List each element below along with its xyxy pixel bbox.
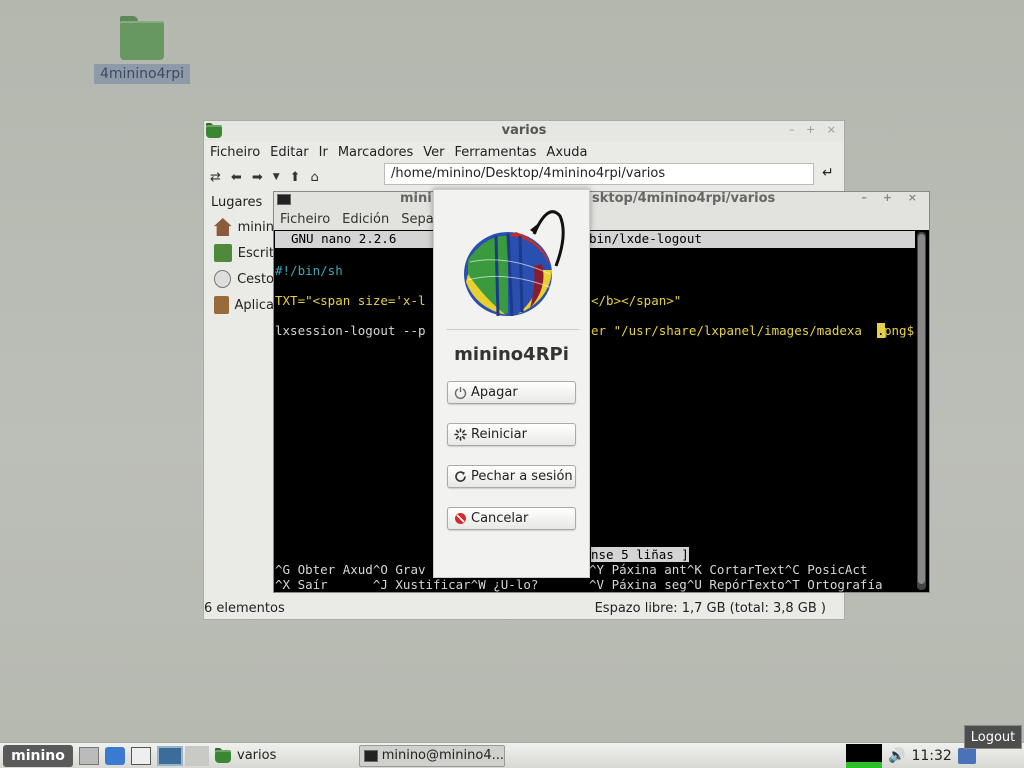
- desktop-icon: [214, 244, 232, 262]
- terminal-icon: [277, 194, 291, 205]
- clock[interactable]: 11:32: [911, 745, 951, 767]
- shutdown-button[interactable]: Apagar: [447, 381, 576, 404]
- task-terminal-label: minino@minino4...: [381, 748, 504, 763]
- shortcuts-row2-left: ^X Saír ^J Xustificar^W ¿U-lo?: [275, 577, 539, 592]
- folder-icon: [120, 16, 164, 60]
- logout-label: Pechar a sesión: [471, 469, 573, 484]
- logout-button[interactable]: Pechar a sesión: [447, 465, 576, 488]
- terminal-menubar: Ficheiro Edición Separ: [274, 208, 929, 230]
- folder-icon: [215, 748, 231, 763]
- cpu-monitor-graph: [846, 743, 882, 768]
- status-free-space: Espazo libre: 1,7 GB (total: 3,8 GB ): [594, 600, 826, 616]
- fm-statusbar: 6 elementos Espazo libre: 1,7 GB (total:…: [204, 597, 844, 619]
- logout-launcher-icon[interactable]: [957, 747, 976, 764]
- desktop-folder-label: 4minino4rpi: [94, 64, 190, 84]
- power-icon: [454, 386, 467, 399]
- task-varios-label: varios: [237, 748, 277, 763]
- cancel-icon: [454, 512, 467, 525]
- fm-sidebar: Lugares minin Escrit Cesto Aplica: [208, 191, 274, 595]
- terminal-title-left: mini: [400, 191, 432, 206]
- sidebar-item-home[interactable]: minin: [208, 214, 274, 240]
- spinner-icon: [454, 428, 467, 441]
- logout-dialog: minino4RPi Apagar Reiniciar Pechar a ses…: [433, 189, 590, 578]
- nano-header-file: bin/lxde-logout: [589, 231, 702, 246]
- start-menu-button[interactable]: minino: [3, 744, 73, 767]
- line-shebang: #!/bin/sh: [275, 263, 343, 278]
- terminal-titlebar[interactable]: mini sktop/4minino4rpi/varios – + ×: [274, 191, 929, 208]
- terminal-window: mini sktop/4minino4rpi/varios – + × Fich…: [273, 191, 930, 593]
- dialog-separator: [446, 329, 579, 330]
- shortcuts-row1-right: ^Y Páxina ant^K CortarText^C PosicAct: [589, 562, 868, 577]
- desktop-pager-1[interactable]: [157, 745, 183, 766]
- line-cmd-left: lxsession-logout --p: [275, 323, 426, 338]
- line-txt-left: TXT="<span size='x-l: [275, 293, 426, 308]
- volume-icon[interactable]: 🔊: [888, 745, 905, 767]
- reboot-button[interactable]: Reiniciar: [447, 423, 576, 446]
- shortcuts-row1-left: ^G Obter Axud^O Grav: [275, 562, 426, 577]
- fm-window-controls[interactable]: – + ×: [789, 123, 840, 136]
- start-menu-label: minino: [11, 747, 65, 764]
- fm-menu-marcadores[interactable]: Marcadores: [338, 145, 419, 160]
- path-input[interactable]: /home/minino/Desktop/4minino4rpi/varios: [384, 163, 814, 185]
- shutdown-label: Apagar: [471, 385, 518, 400]
- home-icon[interactable]: ⌂: [311, 170, 319, 185]
- sidebar-item-desktop[interactable]: Escrit: [208, 240, 274, 266]
- fm-menu-editar[interactable]: Editar: [270, 145, 315, 160]
- desktop-pager-2[interactable]: [185, 745, 209, 766]
- terminal-icon: [364, 749, 378, 762]
- taskbar: minino varios minino@minino4... 🔊 11:32: [0, 742, 1024, 768]
- sidebar-item-applications[interactable]: Aplica: [208, 292, 274, 318]
- fm-menu-ver[interactable]: Ver: [423, 145, 450, 160]
- forward-icon[interactable]: ➡: [252, 170, 263, 185]
- terminal-title-right: sktop/4minino4rpi/varios: [592, 191, 776, 206]
- terminal-window-controls[interactable]: – + ×: [861, 191, 923, 204]
- fm-menu-ficheiro[interactable]: Ficheiro: [210, 145, 266, 160]
- taskbar-task-terminal[interactable]: minino@minino4...: [359, 744, 505, 767]
- fm-titlebar[interactable]: varios – + ×: [204, 121, 844, 141]
- back-icon[interactable]: ⬅: [231, 170, 242, 185]
- cancel-label: Cancelar: [471, 511, 529, 526]
- new-tab-icon[interactable]: ⇄: [210, 170, 221, 185]
- terminal-scrollbar[interactable]: [917, 232, 926, 590]
- line-cmd-end: png$: [884, 323, 915, 338]
- browser-launcher-icon[interactable]: [105, 746, 125, 765]
- nano-status-msg: nse 5 liñas ]: [591, 547, 689, 562]
- window-launcher-icon[interactable]: [131, 746, 151, 765]
- desktop-folder-item[interactable]: 4minino4rpi: [94, 16, 190, 86]
- yarn-ball-logo: [464, 210, 565, 317]
- applications-icon: [214, 296, 229, 314]
- fm-menu-ir[interactable]: Ir: [319, 145, 334, 160]
- taskbar-task-varios[interactable]: varios: [211, 745, 357, 767]
- go-icon[interactable]: ↵: [822, 165, 834, 181]
- status-item-count: 6 elementos: [204, 600, 285, 616]
- file-manager-launcher-icon[interactable]: [79, 746, 99, 765]
- home-icon: [214, 218, 232, 236]
- line-txt-right: </b></span>": [591, 293, 682, 308]
- history-dropdown-icon[interactable]: ▼: [273, 172, 280, 182]
- sidebar-header: Lugares: [211, 195, 263, 210]
- dialog-system-name: minino4RPi: [454, 344, 569, 365]
- terminal-menu-ficheiro[interactable]: Ficheiro: [280, 212, 330, 227]
- terminal-menu-edicion[interactable]: Edición: [342, 212, 389, 227]
- fm-menu-ferramentas[interactable]: Ferramentas: [454, 145, 542, 160]
- reboot-label: Reiniciar: [471, 427, 527, 442]
- fm-title: varios: [501, 123, 547, 138]
- fm-menu-axuda[interactable]: Axuda: [546, 145, 593, 160]
- refresh-icon: [454, 470, 467, 483]
- terminal-screen[interactable]: GNU nano 2.2.6 bin/lxde-logout #!/bin/sh…: [275, 231, 915, 592]
- shortcuts-row2-right: ^V Páxina seg^U RepórTexto^T Ortografía: [589, 577, 883, 592]
- cancel-button[interactable]: Cancelar: [447, 507, 576, 530]
- desktop: 4minino4rpi varios – + × Ficheiro Editar…: [0, 0, 1024, 742]
- trash-icon: [214, 270, 232, 288]
- logout-tooltip: Logout: [964, 725, 1022, 749]
- line-cmd-mid: er "/usr/share/lxpanel/images/madexa: [591, 323, 862, 338]
- sidebar-item-trash[interactable]: Cesto: [208, 266, 274, 292]
- up-icon[interactable]: ⬆: [290, 170, 301, 185]
- fm-menubar: Ficheiro Editar Ir Marcadores Ver Ferram…: [204, 141, 844, 163]
